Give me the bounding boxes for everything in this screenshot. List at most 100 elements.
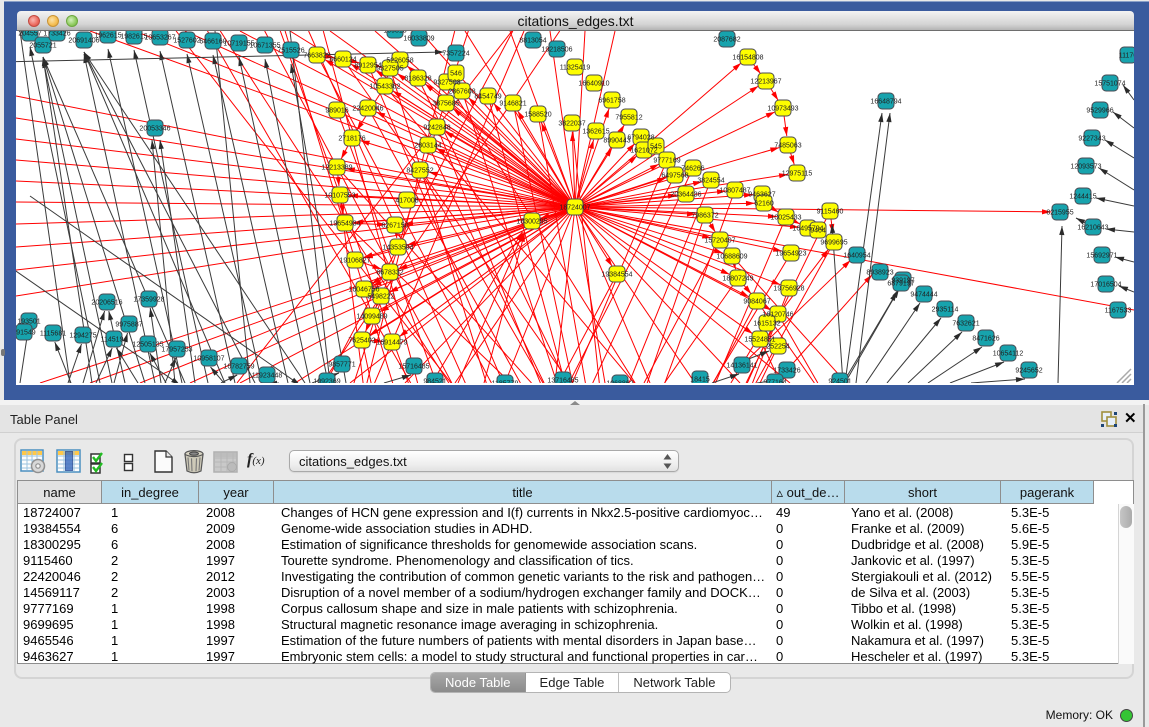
svg-text:16120746: 16120746 <box>762 312 793 319</box>
svg-text:9327505: 9327505 <box>376 66 403 73</box>
svg-text:9777169: 9777169 <box>653 158 680 165</box>
svg-text:8454749: 8454749 <box>474 94 501 101</box>
svg-text:2935114: 2935114 <box>932 307 959 314</box>
svg-text:3822037: 3822037 <box>558 121 585 128</box>
svg-text:12975115: 12975115 <box>782 171 813 178</box>
svg-text:1588520: 1588520 <box>524 112 551 119</box>
svg-text:545: 545 <box>650 144 662 151</box>
svg-text:8186328: 8186328 <box>404 76 431 83</box>
svg-text:193501: 193501 <box>17 319 40 326</box>
svg-text:1733426: 1733426 <box>773 368 800 375</box>
svg-text:10025433: 10025433 <box>770 215 801 222</box>
svg-text:16046756: 16046756 <box>348 287 379 294</box>
svg-text:8471626: 8471626 <box>972 336 999 343</box>
svg-text:20206516: 20206516 <box>91 300 122 307</box>
svg-text:15751074: 15751074 <box>1094 81 1125 88</box>
svg-text:1244415: 1244415 <box>1069 194 1096 201</box>
svg-text:22420046: 22420046 <box>352 106 383 113</box>
svg-text:2867608: 2867608 <box>448 89 475 96</box>
svg-text:2055721: 2055721 <box>29 43 56 50</box>
svg-text:1092369: 1092369 <box>313 379 340 384</box>
svg-text:984521: 984521 <box>423 379 446 384</box>
svg-text:13716485: 13716485 <box>547 378 578 384</box>
svg-text:10688609: 10688609 <box>716 254 747 261</box>
svg-text:15716485: 15716485 <box>398 364 429 371</box>
svg-text:14099489: 14099489 <box>356 314 387 321</box>
svg-text:924501: 924501 <box>828 379 851 384</box>
svg-text:12093573: 12093573 <box>1070 164 1101 171</box>
svg-text:18415: 18415 <box>690 377 710 384</box>
svg-text:1167533: 1167533 <box>1105 308 1132 315</box>
svg-text:9699695: 9699695 <box>820 240 847 247</box>
svg-text:12213389: 12213389 <box>321 165 352 172</box>
svg-text:1068862: 1068862 <box>606 381 633 384</box>
svg-text:10973493: 10973493 <box>767 106 798 113</box>
svg-text:1185779: 1185779 <box>492 381 519 384</box>
svg-text:8813054: 8813054 <box>519 38 546 45</box>
svg-text:11325419: 11325419 <box>560 65 591 72</box>
svg-text:7663822: 7663822 <box>303 53 330 60</box>
svg-text:5226058: 5226058 <box>386 58 413 65</box>
svg-text:14136141: 14136141 <box>726 363 757 370</box>
svg-text:9227343: 9227343 <box>1078 136 1105 143</box>
svg-text:14353594: 14353594 <box>382 245 413 252</box>
svg-text:10653267: 10653267 <box>144 35 175 42</box>
svg-text:989016: 989016 <box>325 108 348 115</box>
svg-text:6879197: 6879197 <box>887 281 914 288</box>
svg-text:18807249: 18807249 <box>722 276 753 283</box>
svg-text:10958107: 10958107 <box>193 356 224 363</box>
svg-text:5498222: 5498222 <box>367 294 394 301</box>
svg-text:7357224: 7357224 <box>442 51 469 58</box>
svg-text:1294275: 1294275 <box>69 333 96 340</box>
svg-text:12213967: 12213967 <box>750 79 781 86</box>
svg-text:977164: 977164 <box>763 380 786 384</box>
svg-text:17359928: 17359928 <box>133 297 164 304</box>
svg-text:11170: 11170 <box>1119 53 1134 60</box>
svg-text:10807487: 10807487 <box>719 188 750 195</box>
svg-text:9242848: 9242848 <box>423 125 450 132</box>
svg-text:10107553: 10107553 <box>324 193 355 200</box>
svg-text:18300295: 18300295 <box>516 219 547 226</box>
svg-text:8660124: 8660124 <box>329 57 356 64</box>
svg-text:9975887: 9975887 <box>115 322 142 329</box>
svg-text:9084067: 9084067 <box>743 299 770 306</box>
svg-text:1733426: 1733426 <box>43 31 70 38</box>
svg-text:11923448: 11923448 <box>252 373 283 380</box>
svg-text:1145194: 1145194 <box>101 337 128 344</box>
svg-text:9529966: 9529966 <box>1086 108 1113 115</box>
svg-text:10654112: 10654112 <box>993 351 1024 358</box>
svg-text:6961758: 6961758 <box>598 98 625 105</box>
svg-text:9464: 9464 <box>810 228 826 235</box>
svg-text:391549: 391549 <box>16 330 36 337</box>
svg-text:6794028: 6794028 <box>627 135 654 142</box>
svg-text:8427552: 8427552 <box>406 168 433 175</box>
svg-text:746266: 746266 <box>681 166 704 173</box>
svg-text:1362615: 1362615 <box>582 129 609 136</box>
svg-text:20364436: 20364436 <box>670 192 701 199</box>
svg-text:9474444: 9474444 <box>910 292 937 299</box>
svg-text:3824554: 3824554 <box>697 178 724 185</box>
svg-text:16782759: 16782759 <box>223 364 254 371</box>
svg-text:9245652: 9245652 <box>1015 368 1042 375</box>
svg-text:19756928: 19756928 <box>773 286 804 293</box>
svg-text:16033809: 16033809 <box>403 36 434 43</box>
svg-text:16914479: 16914479 <box>376 340 407 347</box>
svg-text:16154808: 16154808 <box>732 55 763 62</box>
svg-text:2803144: 2803144 <box>414 143 441 150</box>
svg-text:3875685: 3875685 <box>432 101 459 108</box>
svg-text:18724007: 18724007 <box>559 205 590 212</box>
svg-text:16210643: 16210643 <box>1077 225 1108 232</box>
svg-text:19654923: 19654923 <box>775 251 806 258</box>
svg-text:7625402: 7625402 <box>348 338 375 345</box>
svg-text:8678332: 8678332 <box>376 270 403 277</box>
svg-text:546: 546 <box>450 71 462 78</box>
svg-text:16640910: 16640910 <box>578 81 609 88</box>
svg-text:15720407: 15720407 <box>704 238 735 245</box>
svg-text:1962615: 1962615 <box>94 33 121 40</box>
svg-text:7485063: 7485063 <box>774 143 801 150</box>
svg-text:19384554: 19384554 <box>601 272 632 279</box>
svg-text:17016504: 17016504 <box>1090 282 1121 289</box>
svg-text:9857771: 9857771 <box>328 362 355 369</box>
svg-text:10543362: 10543362 <box>369 84 400 91</box>
svg-text:10671355: 10671355 <box>249 43 280 50</box>
